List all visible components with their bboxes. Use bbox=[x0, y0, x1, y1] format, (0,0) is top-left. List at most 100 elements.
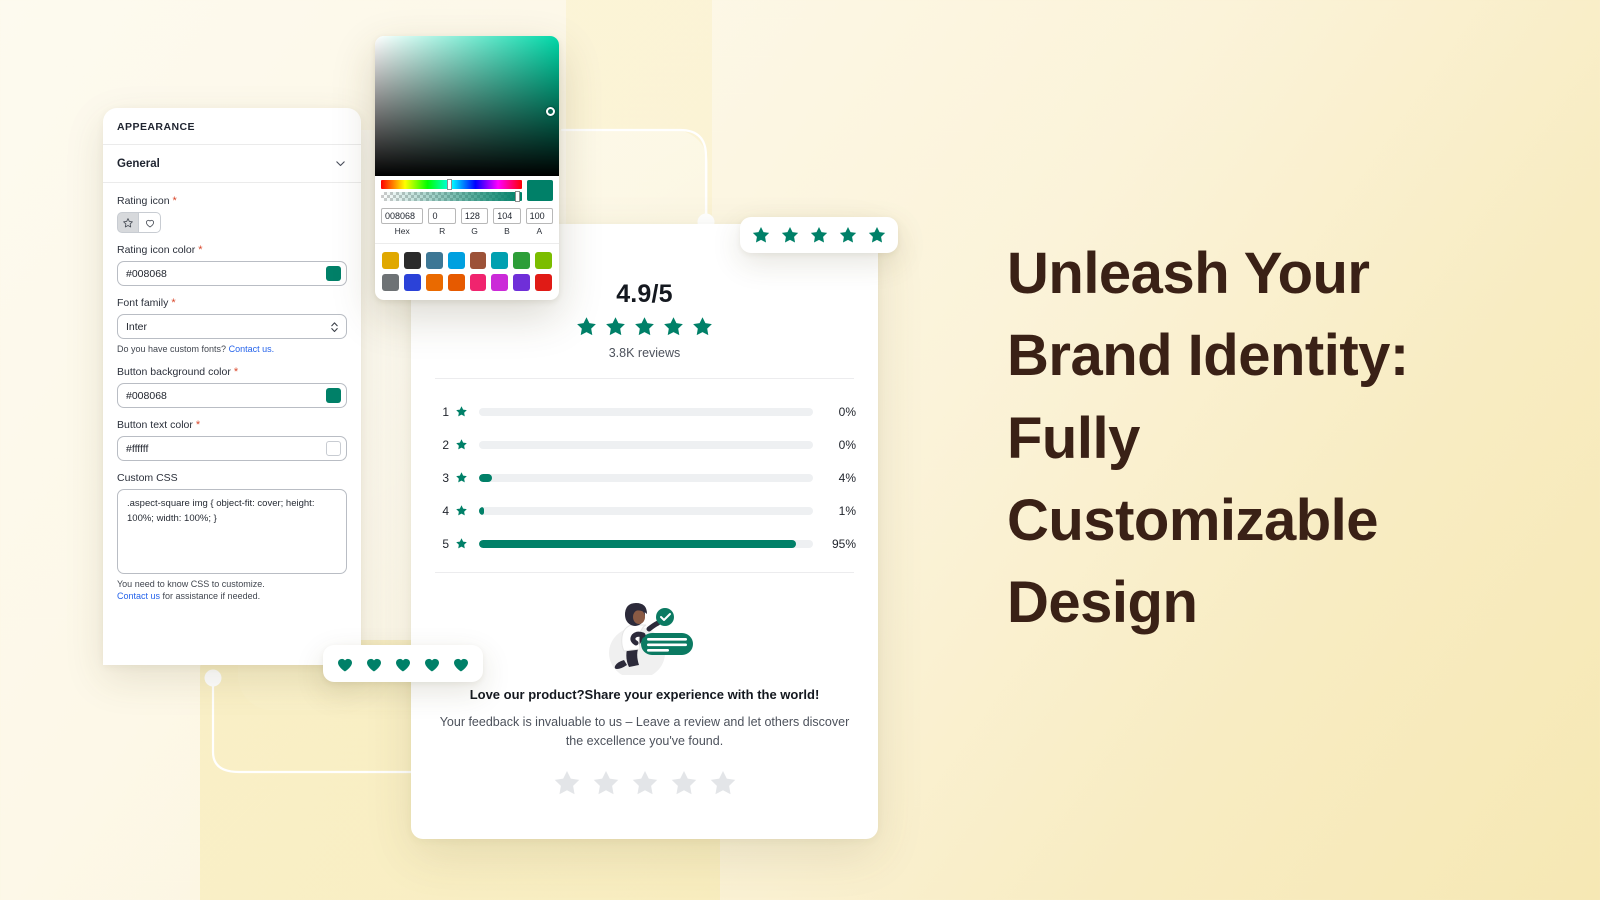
color-swatch[interactable] bbox=[382, 273, 399, 291]
preset-swatch-grid[interactable] bbox=[375, 244, 559, 300]
rating-icon-color-input[interactable]: #008068 bbox=[117, 261, 347, 286]
star-icon bbox=[593, 770, 618, 794]
color-swatch[interactable] bbox=[535, 252, 552, 269]
alpha-slider[interactable] bbox=[381, 191, 522, 202]
breakdown-bar-fill bbox=[479, 473, 493, 482]
star-icon bbox=[123, 217, 133, 227]
star-icon bbox=[781, 227, 799, 243]
hex-input[interactable]: 008068 bbox=[381, 208, 424, 224]
rating-icon-option-star[interactable] bbox=[117, 212, 139, 233]
panel-title: APPEARANCE bbox=[117, 121, 196, 133]
breakdown-percent: 0% bbox=[838, 437, 856, 452]
rating-breakdown-row: 5 95% bbox=[433, 527, 856, 560]
field-custom-css: Custom CSS .aspect-square img { object-f… bbox=[117, 472, 347, 602]
heart-icon bbox=[338, 658, 352, 671]
page-title: Unleash Your Brand Identity: Fully Custo… bbox=[1007, 241, 1409, 636]
field-button-text-color-label: Button text color * bbox=[117, 419, 347, 431]
saturation-handle[interactable] bbox=[546, 107, 555, 116]
color-swatch[interactable] bbox=[535, 273, 552, 291]
button-text-color-input[interactable]: #ffffff bbox=[117, 436, 347, 462]
section-general[interactable]: General bbox=[103, 145, 361, 183]
breakdown-star-number: 4 bbox=[442, 503, 449, 518]
breakdown-bar-fill bbox=[479, 506, 484, 515]
section-general-label: General bbox=[117, 157, 160, 170]
breakdown-star-number: 2 bbox=[442, 437, 449, 452]
field-font-family-label: Font family * bbox=[117, 297, 347, 309]
g-input[interactable]: 128 bbox=[460, 208, 489, 224]
field-rating-icon-label: Rating icon * bbox=[117, 195, 347, 207]
rating-input-stars[interactable] bbox=[433, 768, 856, 798]
star-icon bbox=[671, 770, 696, 794]
label-text: Font family bbox=[117, 297, 169, 309]
button-text-color-swatch[interactable] bbox=[326, 441, 341, 457]
star-icon bbox=[635, 317, 654, 336]
label-text: Button text color bbox=[117, 419, 193, 432]
saturation-value-area[interactable] bbox=[375, 36, 559, 176]
rating-icon-toggle-group[interactable] bbox=[117, 212, 347, 233]
star-icon bbox=[868, 227, 886, 243]
chevron-down-icon[interactable] bbox=[334, 157, 347, 170]
breakdown-star-icon-wrap bbox=[455, 405, 468, 418]
star-icon bbox=[710, 770, 735, 794]
label-text: Rating icon bbox=[117, 195, 170, 207]
required-marker: * bbox=[233, 366, 239, 379]
alpha-slider-knob[interactable] bbox=[514, 191, 520, 202]
contact-us-link[interactable]: Contact us bbox=[117, 591, 160, 601]
color-swatch[interactable] bbox=[447, 252, 465, 269]
breakdown-star-icon-wrap bbox=[455, 471, 468, 484]
star-icon bbox=[456, 505, 467, 516]
custom-css-hint: You need to know CSS to customize. Conta… bbox=[117, 578, 347, 602]
r-input[interactable]: 0 bbox=[428, 208, 456, 224]
panel-body: Rating icon * Rating icon color * #00806… bbox=[103, 183, 361, 602]
color-swatch[interactable] bbox=[425, 273, 443, 291]
floating-hearts-badge bbox=[323, 645, 483, 682]
label-text: Custom CSS bbox=[117, 472, 178, 485]
b-input[interactable]: 104 bbox=[493, 208, 521, 224]
review-widget-card: 4.9/5 3.8K reviews 1 0% 2 0% 3 4% 4 1% 5 95% bbox=[411, 224, 878, 839]
font-family-select[interactable]: Inter bbox=[117, 314, 347, 339]
stepper-updown-icon[interactable] bbox=[330, 320, 339, 334]
star-icon bbox=[456, 472, 467, 483]
heart-icon bbox=[425, 658, 439, 671]
hue-slider-knob[interactable] bbox=[447, 179, 453, 190]
color-swatch[interactable] bbox=[491, 273, 509, 291]
button-background-color-input[interactable]: #008068 bbox=[117, 383, 347, 409]
color-swatch[interactable] bbox=[425, 252, 443, 269]
rating-icon-option-heart[interactable] bbox=[139, 212, 161, 233]
button-background-color-swatch[interactable] bbox=[326, 388, 341, 404]
required-marker: * bbox=[198, 244, 203, 256]
picker-field-hex: 008068 Hex bbox=[381, 208, 424, 236]
color-swatch[interactable] bbox=[513, 252, 531, 269]
custom-css-textarea[interactable]: .aspect-square img { object-fit: cover; … bbox=[117, 489, 347, 575]
a-label: A bbox=[536, 226, 543, 236]
appearance-settings-panel: APPEARANCE General Rating icon * Rating … bbox=[103, 108, 361, 665]
color-swatch[interactable] bbox=[403, 273, 421, 291]
color-swatch[interactable] bbox=[382, 252, 399, 269]
color-swatch[interactable] bbox=[491, 252, 509, 269]
color-swatch[interactable] bbox=[513, 273, 531, 291]
breakdown-star-icon-wrap bbox=[455, 504, 468, 517]
hint-text: Do you have custom fonts? bbox=[117, 344, 227, 354]
color-swatch[interactable] bbox=[447, 273, 465, 291]
required-marker: * bbox=[171, 297, 176, 309]
star-icon bbox=[752, 227, 770, 243]
a-input[interactable]: 100 bbox=[525, 208, 554, 224]
color-swatch[interactable] bbox=[403, 252, 421, 269]
rating-icon-color-swatch[interactable] bbox=[326, 266, 341, 281]
field-rating-icon-color: Rating icon color * #008068 bbox=[117, 244, 347, 286]
panel-header: APPEARANCE bbox=[103, 108, 361, 145]
contact-us-link[interactable]: Contact us. bbox=[229, 344, 275, 354]
field-button-background-color: Button background color * #008068 bbox=[117, 366, 347, 409]
picker-field-g: 128 G bbox=[460, 208, 489, 236]
star-icon bbox=[456, 439, 467, 450]
hue-slider[interactable] bbox=[381, 179, 522, 190]
color-swatch[interactable] bbox=[469, 252, 487, 269]
field-button-background-color-label: Button background color * bbox=[117, 366, 347, 378]
field-rating-icon-color-label: Rating icon color * bbox=[117, 244, 347, 256]
label-text: Button background color bbox=[117, 366, 231, 379]
rating-icon-color-value: #008068 bbox=[126, 267, 167, 280]
star-icon bbox=[577, 317, 596, 336]
color-picker-popover[interactable]: 008068 Hex 0 R 128 G 104 B 100 A bbox=[375, 36, 559, 300]
floating-stars-badge bbox=[740, 217, 898, 253]
color-swatch[interactable] bbox=[469, 273, 487, 291]
